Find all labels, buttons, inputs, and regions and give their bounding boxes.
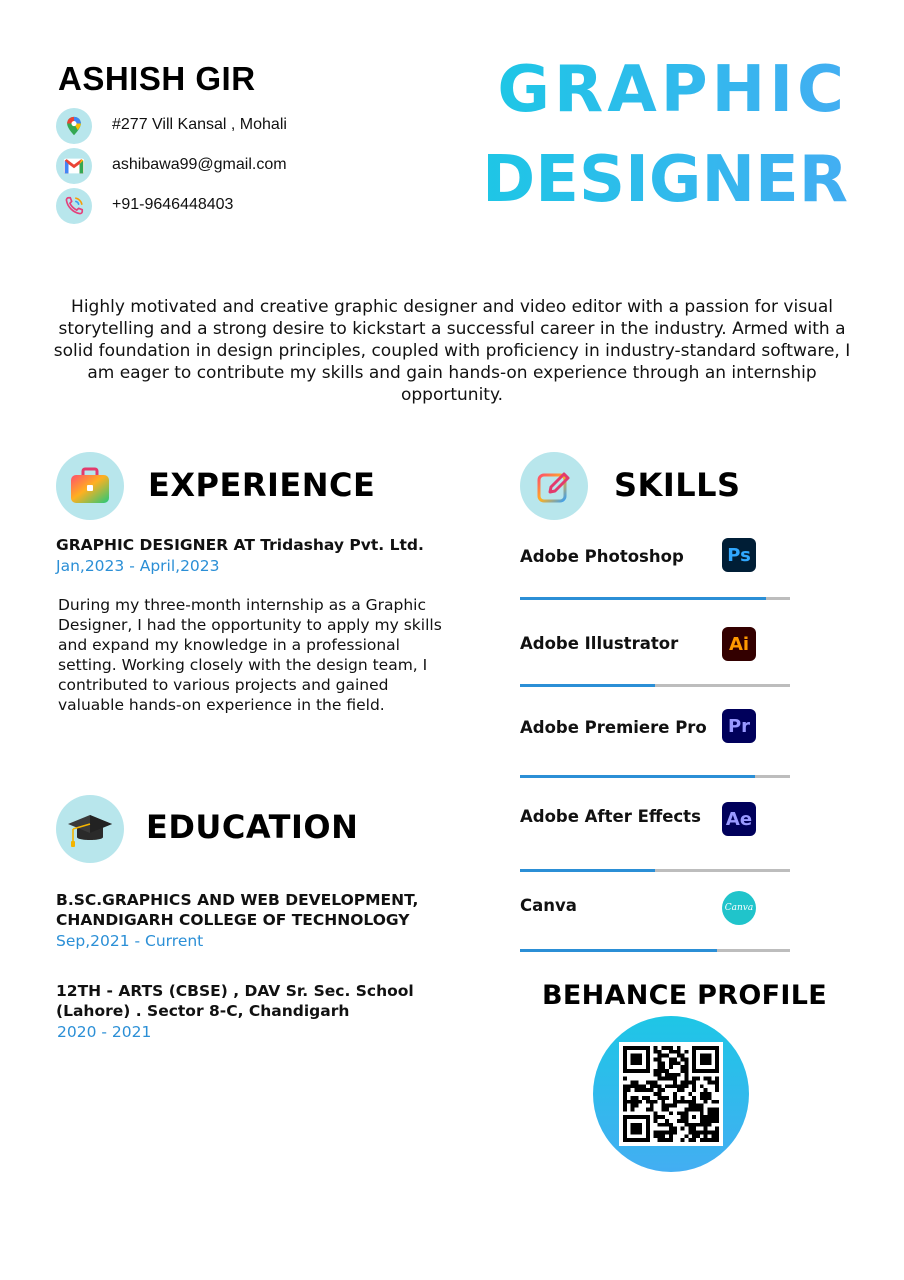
skill-name: Canva <box>520 896 577 915</box>
education-degree-2: 12TH - ARTS (CBSE) , DAV Sr. Sec. School… <box>56 981 414 1021</box>
behance-qr-badge[interactable] <box>593 1016 749 1172</box>
experience-heading: EXPERIENCE <box>148 466 376 504</box>
skill-name: Adobe After Effects <box>520 807 701 826</box>
address-text: #277 Vill Kansal , Mohali <box>112 116 287 133</box>
map-pin-icon <box>56 108 92 144</box>
degree-2-dates: 2020 - 2021 <box>57 1023 152 1041</box>
job-role-line-2: DESIGNER <box>482 143 848 217</box>
skill-level-fill <box>520 684 655 687</box>
education-degree-1: B.SC.GRAPHICS AND WEB DEVELOPMENT, CHAND… <box>56 890 418 930</box>
gmail-icon <box>56 148 92 184</box>
briefcase-icon <box>56 452 124 520</box>
qr-code-icon[interactable] <box>619 1042 723 1146</box>
candidate-name: ASHISH GIR <box>58 60 256 97</box>
email-text[interactable]: ashibawa99@gmail.com <box>112 156 287 174</box>
skill-name: Adobe Premiere Pro <box>520 718 707 737</box>
degree-1-dates: Sep,2021 - Current <box>56 932 204 950</box>
skill-name: Adobe Photoshop <box>520 547 684 566</box>
skill-level-bar <box>520 597 790 600</box>
degree-2-line-1: 12TH - ARTS (CBSE) , DAV Sr. Sec. School <box>56 982 414 1000</box>
illustrator-logo-icon: Ai <box>722 627 756 661</box>
skill-level-fill <box>520 949 718 952</box>
skill-level-fill <box>520 869 655 872</box>
skill-level-bar <box>520 869 790 872</box>
job-description: During my three-month internship as a Gr… <box>58 596 442 714</box>
after-effects-logo-icon: Ae <box>722 802 756 836</box>
phone-text[interactable]: +91-9646448403 <box>112 196 233 214</box>
premiere-pro-logo-icon: Pr <box>722 709 756 743</box>
behance-heading: BEHANCE PROFILE <box>542 980 827 1011</box>
contact-address: #277 Vill Kansal , Mohali <box>56 108 287 144</box>
contact-phone: +91-9646448403 <box>56 188 233 224</box>
job-title: GRAPHIC DESIGNER AT Tridashay Pvt. Ltd. <box>56 536 424 554</box>
graduation-cap-icon <box>56 795 124 863</box>
job-dates: Jan,2023 - April,2023 <box>56 557 220 575</box>
skills-heading: SKILLS <box>614 466 741 504</box>
phone-icon <box>56 188 92 224</box>
degree-2-line-2: (Lahore) . Sector 8-C, Chandigarh <box>56 1002 350 1020</box>
skill-level-fill <box>520 597 766 600</box>
skill-name: Adobe Illustrator <box>520 634 679 653</box>
canva-logo-icon: Canva <box>722 891 756 925</box>
photoshop-logo-icon: Ps <box>722 538 756 572</box>
job-role-line-1: GRAPHIC <box>497 53 848 127</box>
degree-1-line-2: CHANDIGARH COLLEGE OF TECHNOLOGY <box>56 911 410 929</box>
skill-level-fill <box>520 775 755 778</box>
pencil-edit-icon <box>520 452 588 520</box>
contact-email: ashibawa99@gmail.com <box>56 148 287 184</box>
skill-level-bar <box>520 949 790 952</box>
skill-level-bar <box>520 775 790 778</box>
degree-1-line-1: B.SC.GRAPHICS AND WEB DEVELOPMENT, <box>56 891 419 909</box>
skill-level-bar <box>520 684 790 687</box>
education-heading: EDUCATION <box>146 808 359 846</box>
profile-summary: Highly motivated and creative graphic de… <box>53 297 851 405</box>
